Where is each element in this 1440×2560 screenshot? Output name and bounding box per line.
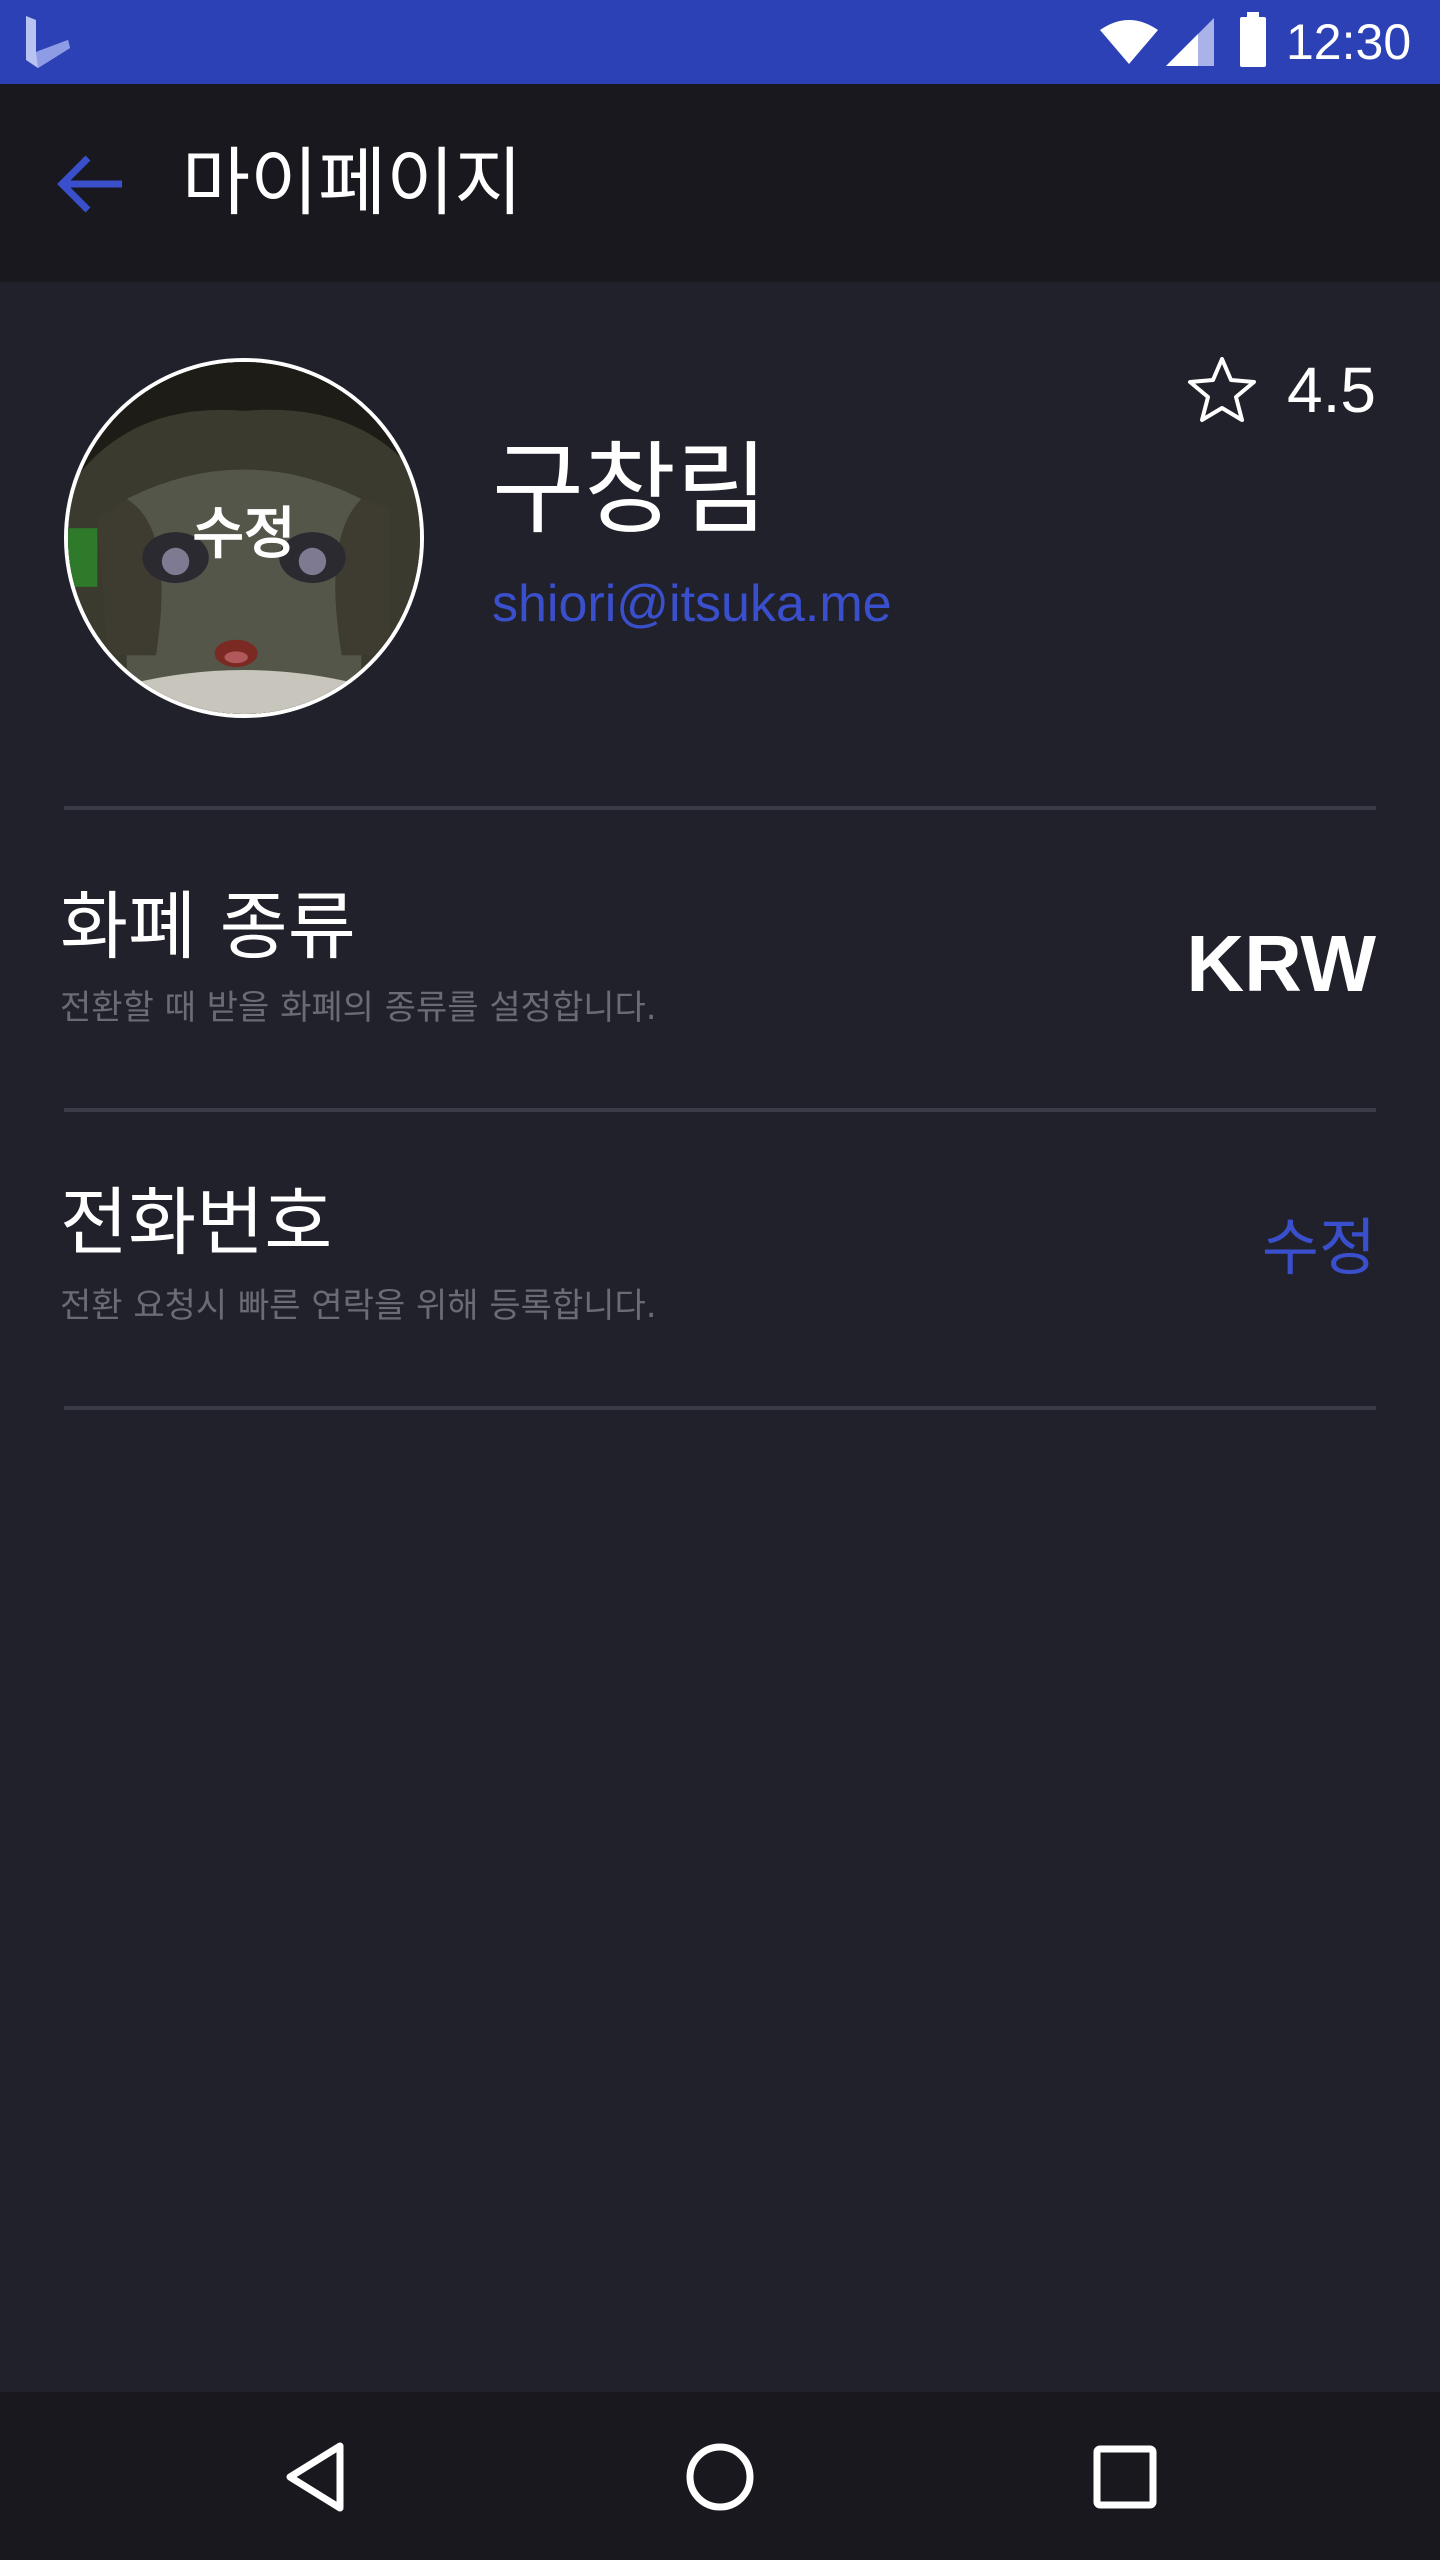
arrow-left-icon[interactable] [52,146,128,222]
status-time: 12:30 [1286,14,1412,70]
home-circle-icon[interactable] [675,2432,765,2522]
signal-icon [1166,18,1214,66]
battery-icon [1240,12,1266,67]
system-nav-bar [0,2392,1440,2560]
divider [64,1406,1376,1410]
currency-value[interactable]: KRW [1186,916,1376,1012]
rating-value: 4.5 [1287,354,1376,426]
user-rating: 4.5 [1185,350,1376,430]
phone-edit-button[interactable]: 수정 [1262,1208,1376,1288]
page-title: 마이페이지 [182,140,523,226]
setting-currency-description: 전환할 때 받을 화폐의 종류를 설정합니다. [60,988,657,1028]
divider [64,1108,1376,1112]
recents-square-icon[interactable] [1080,2432,1170,2522]
status-bar: 12:30 [0,0,1440,84]
wifi-icon [1100,20,1158,64]
back-triangle-icon[interactable] [272,2432,362,2522]
user-email: shiori@itsuka.me [492,575,892,633]
avatar-edit-label[interactable]: 수정 [68,500,420,570]
divider [64,806,1376,810]
setting-phone-title: 전화번호 [60,1180,333,1266]
avatar[interactable]: 수정 [64,358,424,718]
app-bar: 마이페이지 [0,84,1440,282]
setting-currency-title: 화폐 종류 [60,884,356,970]
user-name: 구창림 [492,431,768,548]
setting-phone-description: 전환 요청시 빠른 연락을 위해 등록합니다. [60,1286,657,1326]
star-outline-icon [1188,357,1257,422]
app-logo-icon [26,16,70,68]
